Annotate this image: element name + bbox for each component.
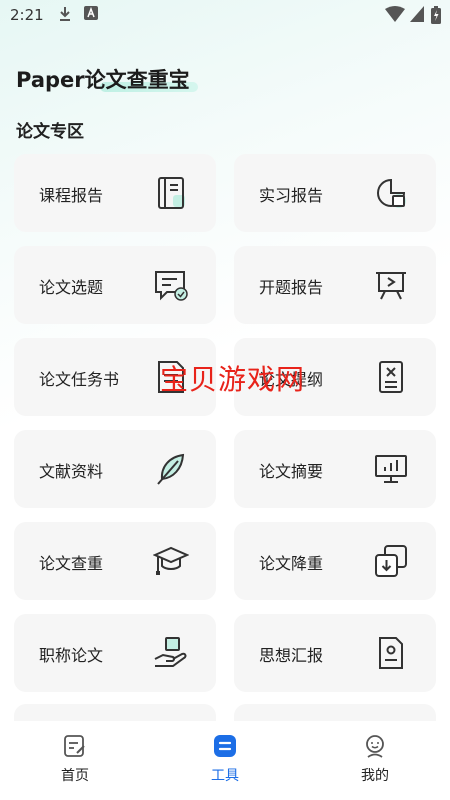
status-time: 2:21 bbox=[10, 6, 44, 24]
card-plagiarism-check[interactable]: 论文查重 bbox=[14, 522, 216, 600]
home-doc-icon bbox=[64, 735, 85, 757]
card-professional-title[interactable]: 职称论文 bbox=[14, 614, 216, 692]
battery-icon bbox=[431, 6, 441, 24]
nav-mine[interactable]: 我的 bbox=[315, 733, 435, 793]
nav-tools-label: 工具 bbox=[211, 768, 239, 784]
card-label: 论文降重 bbox=[259, 554, 324, 573]
nav-home-label: 首页 bbox=[61, 768, 89, 784]
profile-icon bbox=[366, 735, 384, 758]
download-layers-icon bbox=[375, 545, 407, 577]
app-title: Paper论文查重宝 bbox=[16, 68, 190, 92]
card-proposal-report[interactable]: 开题报告 bbox=[234, 246, 436, 324]
message-check-icon bbox=[155, 271, 188, 301]
card-course-report[interactable]: 课程报告 bbox=[14, 154, 216, 232]
card-label: 思想汇报 bbox=[259, 646, 324, 665]
nav-home[interactable]: 首页 bbox=[15, 733, 135, 793]
hand-box-icon bbox=[154, 637, 187, 667]
card-label: 论文摘要 bbox=[259, 462, 324, 481]
feather-icon bbox=[157, 453, 185, 485]
card-label: 论文选题 bbox=[39, 278, 104, 297]
graduation-cap-icon bbox=[153, 546, 189, 575]
tools-icon bbox=[214, 735, 236, 757]
card-label: 论文任务书 bbox=[39, 370, 120, 389]
section-heading: 论文专区 bbox=[16, 122, 84, 142]
nav-mine-label: 我的 bbox=[361, 768, 389, 784]
notebook-icon bbox=[158, 177, 185, 209]
card-topic-selection[interactable]: 论文选题 bbox=[14, 246, 216, 324]
chart-window-icon bbox=[377, 178, 406, 208]
person-doc-icon bbox=[379, 637, 403, 669]
monitor-chart-icon bbox=[375, 455, 407, 483]
card-label: 课程报告 bbox=[39, 186, 104, 205]
card-label: 开题报告 bbox=[259, 278, 324, 297]
download-icon bbox=[60, 7, 70, 21]
wifi-icon bbox=[385, 6, 405, 22]
card-label: 职称论文 bbox=[39, 646, 104, 665]
font-a-icon bbox=[84, 6, 98, 20]
card-thought-report[interactable]: 思想汇报 bbox=[234, 614, 436, 692]
card-label: 论文查重 bbox=[39, 554, 104, 573]
outline-doc-icon bbox=[379, 361, 403, 393]
card-literature[interactable]: 文献资料 bbox=[14, 430, 216, 508]
card-label: 文献资料 bbox=[39, 462, 104, 481]
card-abstract[interactable]: 论文摘要 bbox=[234, 430, 436, 508]
card-internship-report[interactable]: 实习报告 bbox=[234, 154, 436, 232]
watermark: 宝贝游戏网 bbox=[160, 363, 306, 396]
card-label: 实习报告 bbox=[259, 186, 324, 205]
presentation-icon bbox=[376, 272, 406, 300]
card-reduce-duplication[interactable]: 论文降重 bbox=[234, 522, 436, 600]
nav-tools[interactable]: 工具 bbox=[165, 733, 285, 793]
status-bar: 2:21 bbox=[0, 0, 450, 30]
bottom-nav: 首页 工具 我的 bbox=[0, 721, 450, 800]
signal-icon bbox=[410, 6, 424, 22]
